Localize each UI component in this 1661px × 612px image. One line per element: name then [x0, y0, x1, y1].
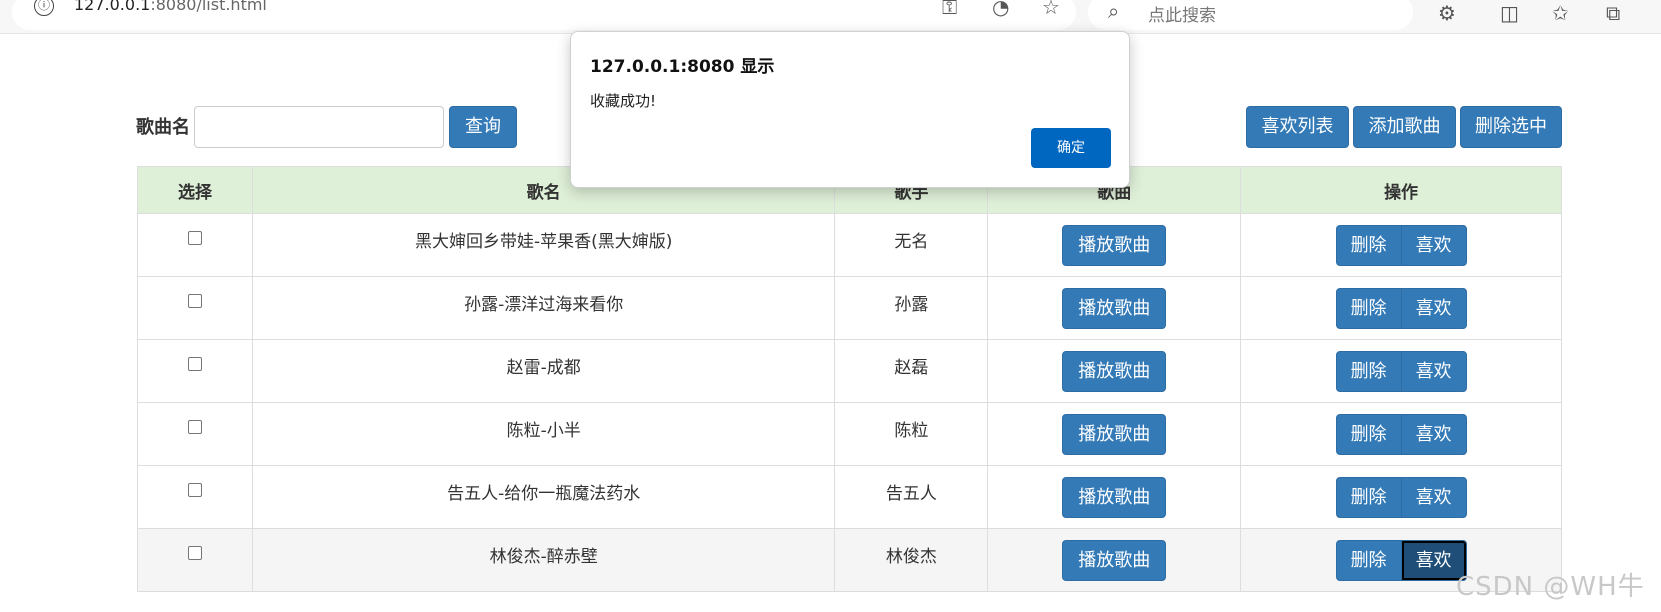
- table-row: 陈粒-小半 陈粒 播放歌曲 删除 喜欢: [137, 402, 1562, 466]
- header-select: 选择: [137, 166, 253, 214]
- dialog-title: 127.0.0.1:8080 显示: [590, 57, 775, 77]
- song-name-label: 歌曲名: [136, 117, 190, 138]
- dialog-ok-button[interactable]: 确定: [1031, 128, 1111, 168]
- song-name-input[interactable]: [194, 106, 444, 148]
- row-checkbox[interactable]: [187, 294, 202, 308]
- table-row: 孙露-漂洋过海来看你 孙露 播放歌曲 删除 喜欢: [137, 276, 1562, 340]
- delete-button[interactable]: 删除: [1335, 287, 1402, 329]
- song-title: 陈粒-小半: [251, 402, 836, 466]
- like-button[interactable]: 喜欢: [1400, 224, 1467, 266]
- site-info-icon[interactable]: ⓘ: [34, 0, 54, 16]
- alert-dialog: 127.0.0.1:8080 显示 收藏成功! 确定: [570, 31, 1130, 188]
- play-song-button[interactable]: 播放歌曲: [1062, 413, 1167, 455]
- row-action-group: 删除 喜欢: [1335, 413, 1467, 455]
- add-song-button[interactable]: 添加歌曲: [1353, 106, 1456, 148]
- watermark: CSDN @WH牛: [1456, 572, 1645, 602]
- song-table: 选择 歌名 歌手 歌曲 操作 黑大婶回乡带娃-苹果香(黑大婶版) 无名 播放歌曲…: [137, 166, 1562, 592]
- delete-button[interactable]: 删除: [1335, 224, 1402, 266]
- url-text[interactable]: 127.0.0.1:8080/list.html: [74, 0, 267, 14]
- like-button[interactable]: 喜欢: [1400, 476, 1467, 518]
- table-row: 赵雷-成都 赵磊 播放歌曲 删除 喜欢: [137, 339, 1562, 403]
- delete-button[interactable]: 删除: [1335, 539, 1402, 581]
- song-singer: 陈粒: [834, 402, 989, 466]
- like-button[interactable]: 喜欢: [1400, 287, 1467, 329]
- song-title: 孙露-漂洋过海来看你: [251, 276, 836, 340]
- address-bar[interactable]: ⓘ 127.0.0.1:8080/list.html ⚿ ◔ ☆: [12, 0, 1076, 30]
- like-button[interactable]: 喜欢: [1400, 350, 1467, 392]
- like-button[interactable]: 喜欢: [1400, 413, 1467, 455]
- key-icon[interactable]: ⚿: [942, 0, 957, 19]
- split-screen-icon[interactable]: ◫: [1500, 1, 1519, 25]
- header-actions: 操作: [1240, 166, 1562, 214]
- row-checkbox[interactable]: [187, 483, 202, 497]
- favorites-list-icon[interactable]: ✩: [1552, 1, 1569, 25]
- row-checkbox[interactable]: [187, 420, 202, 434]
- browser-toolbar: ⓘ 127.0.0.1:8080/list.html ⚿ ◔ ☆ ⌕ 点此搜索 …: [0, 0, 1661, 34]
- play-song-button[interactable]: 播放歌曲: [1062, 224, 1167, 266]
- favorites-list-button[interactable]: 喜欢列表: [1246, 106, 1349, 148]
- play-song-button[interactable]: 播放歌曲: [1062, 476, 1167, 518]
- play-song-button[interactable]: 播放歌曲: [1062, 539, 1167, 581]
- collections-icon[interactable]: ⧉: [1606, 1, 1620, 25]
- row-action-group: 删除 喜欢: [1335, 224, 1467, 266]
- delete-button[interactable]: 删除: [1335, 476, 1402, 518]
- song-singer: 赵磊: [834, 339, 989, 403]
- row-checkbox[interactable]: [187, 357, 202, 371]
- row-action-group: 删除 喜欢: [1335, 476, 1467, 518]
- favorite-star-icon[interactable]: ☆: [1042, 0, 1060, 19]
- song-singer: 林俊杰: [834, 528, 989, 592]
- url-host: 127.0.0.1: [74, 0, 151, 14]
- row-checkbox[interactable]: [187, 546, 202, 560]
- table-row: 林俊杰-醉赤壁 林俊杰 播放歌曲 删除 喜欢: [137, 528, 1562, 592]
- song-title: 告五人-给你一瓶魔法药水: [251, 465, 836, 529]
- browser-search-box[interactable]: ⌕ 点此搜索: [1088, 0, 1413, 30]
- dialog-message: 收藏成功!: [590, 92, 657, 110]
- search-icon: ⌕: [1108, 0, 1120, 23]
- row-action-group: 删除 喜欢: [1335, 350, 1467, 392]
- query-button[interactable]: 查询: [449, 106, 517, 148]
- delete-button[interactable]: 删除: [1335, 350, 1402, 392]
- url-path: :8080/list.html: [150, 0, 267, 14]
- row-action-group: 删除 喜欢: [1335, 287, 1467, 329]
- extensions-icon[interactable]: ⚙: [1438, 1, 1456, 25]
- table-row: 告五人-给你一瓶魔法药水 告五人 播放歌曲 删除 喜欢: [137, 465, 1562, 529]
- row-checkbox[interactable]: [187, 231, 202, 245]
- edge-icon[interactable]: ◔: [992, 0, 1009, 19]
- table-row: 黑大婶回乡带娃-苹果香(黑大婶版) 无名 播放歌曲 删除 喜欢: [137, 213, 1562, 277]
- browser-search-placeholder: 点此搜索: [1148, 6, 1216, 26]
- play-song-button[interactable]: 播放歌曲: [1062, 350, 1167, 392]
- delete-selected-button[interactable]: 删除选中: [1460, 106, 1562, 148]
- song-singer: 无名: [834, 213, 989, 277]
- row-action-group: 删除 喜欢: [1335, 539, 1467, 581]
- song-title: 林俊杰-醉赤壁: [251, 528, 836, 592]
- song-singer: 告五人: [834, 465, 989, 529]
- song-title: 黑大婶回乡带娃-苹果香(黑大婶版): [251, 213, 836, 277]
- song-title: 赵雷-成都: [251, 339, 836, 403]
- play-song-button[interactable]: 播放歌曲: [1062, 287, 1167, 329]
- delete-button[interactable]: 删除: [1335, 413, 1402, 455]
- song-singer: 孙露: [834, 276, 989, 340]
